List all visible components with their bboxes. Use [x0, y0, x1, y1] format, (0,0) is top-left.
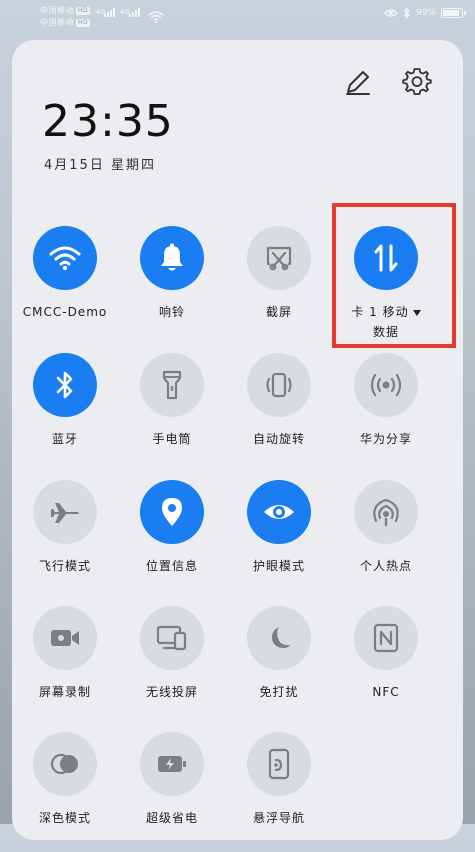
tile-ring-toggle[interactable]	[140, 226, 204, 290]
tile-do-not-disturb-label: 免打扰	[259, 685, 299, 699]
bell-icon	[161, 243, 183, 271]
tile-ultra-power-saving-toggle[interactable]	[140, 732, 204, 796]
tile-hotspot-toggle[interactable]	[354, 480, 418, 544]
hd-badge: HD	[76, 6, 91, 15]
hotspot-icon	[373, 498, 399, 527]
tile-ultra-power-saving[interactable]: 超级省电	[119, 732, 225, 852]
tile-huawei-share-toggle[interactable]	[354, 353, 418, 417]
tile-location[interactable]: 位置信息	[119, 480, 225, 600]
carrier-1: 中国移动 HD	[40, 6, 91, 16]
tile-flashlight-toggle[interactable]	[140, 353, 204, 417]
tile-wifi[interactable]: CMCC-Demo	[12, 226, 118, 346]
tile-flashlight-label: 手电筒	[152, 432, 192, 446]
status-right: 99%	[383, 7, 466, 19]
tile-dark-mode[interactable]: 深色模式	[12, 732, 118, 852]
carrier-2-name: 中国移动	[40, 18, 74, 27]
signal-icon-1	[104, 8, 115, 17]
tile-screenshot-label: 截屏	[265, 305, 292, 319]
tile-ring-label: 响铃	[158, 305, 185, 319]
tile-airplane-toggle[interactable]	[33, 480, 97, 544]
tile-hotspot[interactable]: 个人热点	[333, 480, 439, 600]
tile-ring[interactable]: 响铃	[119, 226, 225, 346]
carrier-2: 中国移动 HD	[40, 18, 91, 28]
tile-nfc-label: NFC	[372, 685, 400, 699]
wifi-status-icon	[148, 8, 164, 27]
carrier-1-name: 中国移动	[40, 6, 74, 15]
tile-eye-comfort-toggle[interactable]	[247, 480, 311, 544]
scissors-screenshot-icon	[266, 246, 292, 271]
settings-button[interactable]	[400, 65, 434, 99]
tile-eye-comfort[interactable]: 护眼模式	[226, 480, 332, 600]
tile-bluetooth[interactable]: 蓝牙	[12, 353, 118, 473]
tile-floating-nav-label: 悬浮导航	[252, 811, 305, 825]
tile-screen-record-toggle[interactable]	[33, 606, 97, 670]
tile-do-not-disturb-toggle[interactable]	[247, 606, 311, 670]
tile-screenshot-toggle[interactable]	[247, 226, 311, 290]
eye-icon	[264, 505, 294, 519]
tile-wireless-projection-label: 无线投屏	[145, 685, 198, 699]
tile-screen-record-label: 屏幕录制	[38, 685, 91, 699]
battery-icon	[441, 8, 466, 18]
tile-flashlight[interactable]: 手电筒	[119, 353, 225, 473]
status-bar: 中国移动 HD 中国移动 HD 4G 4G 99%	[0, 0, 475, 36]
bluetooth-status-icon	[403, 7, 410, 19]
location-pin-icon	[162, 498, 182, 526]
nfc-icon	[373, 623, 399, 653]
dark-mode-icon	[50, 753, 78, 775]
tile-bluetooth-label: 蓝牙	[51, 432, 78, 446]
share-waves-icon	[370, 373, 402, 397]
signal-icon-2	[129, 8, 140, 17]
tile-hotspot-label: 个人热点	[359, 559, 412, 573]
flashlight-icon	[162, 370, 182, 400]
tile-screen-record[interactable]: 屏幕录制	[12, 606, 118, 726]
tile-nfc[interactable]: NFC	[333, 606, 439, 726]
hd-badge-2: HD	[76, 18, 91, 27]
wifi-icon	[49, 246, 81, 271]
tile-wireless-projection[interactable]: 无线投屏	[119, 606, 225, 726]
tile-auto-rotate[interactable]: 自动旋转	[226, 353, 332, 473]
tile-floating-nav-toggle[interactable]	[247, 732, 311, 796]
tile-bluetooth-toggle[interactable]	[33, 353, 97, 417]
tile-huawei-share-label: 华为分享	[359, 432, 412, 446]
tile-wifi-label: CMCC-Demo	[22, 305, 108, 319]
tile-wifi-toggle[interactable]	[33, 226, 97, 290]
tile-ultra-power-saving-label: 超级省电	[145, 811, 198, 825]
tile-location-toggle[interactable]	[140, 480, 204, 544]
quick-settings-panel: 23:35 4月15日 星期四 CMCC-Demo 响铃 截屏 卡 1 移动 数…	[12, 40, 463, 840]
pencil-icon	[346, 71, 370, 95]
cast-screen-icon	[156, 625, 187, 651]
eye-comfort-status-icon	[383, 9, 398, 17]
tile-floating-nav[interactable]: 悬浮导航	[226, 732, 332, 852]
tile-location-label: 位置信息	[145, 559, 198, 573]
video-camera-icon	[51, 630, 79, 646]
battery-saver-icon	[158, 756, 186, 772]
tile-nfc-toggle[interactable]	[354, 606, 418, 670]
clock-date: 4月15日 星期四	[44, 158, 156, 173]
floating-dock-icon	[268, 748, 290, 780]
tile-auto-rotate-toggle[interactable]	[247, 353, 311, 417]
moon-icon	[271, 627, 290, 648]
rotate-icon	[266, 372, 292, 398]
tile-airplane[interactable]: 飞行模式	[12, 480, 118, 600]
tile-screenshot[interactable]: 截屏	[226, 226, 332, 346]
bluetooth-icon	[56, 371, 73, 399]
tile-huawei-share[interactable]: 华为分享	[333, 353, 439, 473]
highlight-box	[332, 203, 456, 348]
battery-percent: 99%	[415, 8, 436, 18]
tile-auto-rotate-label: 自动旋转	[252, 432, 305, 446]
clock-time: 23:35	[42, 96, 174, 147]
gear-icon	[402, 68, 432, 95]
tile-dark-mode-label: 深色模式	[38, 811, 91, 825]
edit-button[interactable]	[342, 66, 374, 98]
tile-airplane-label: 飞行模式	[38, 559, 91, 573]
airplane-icon	[51, 503, 79, 523]
tile-dark-mode-toggle[interactable]	[33, 732, 97, 796]
battery-fill	[443, 10, 459, 16]
tile-eye-comfort-label: 护眼模式	[252, 559, 305, 573]
tile-do-not-disturb[interactable]: 免打扰	[226, 606, 332, 726]
tile-wireless-projection-toggle[interactable]	[140, 606, 204, 670]
